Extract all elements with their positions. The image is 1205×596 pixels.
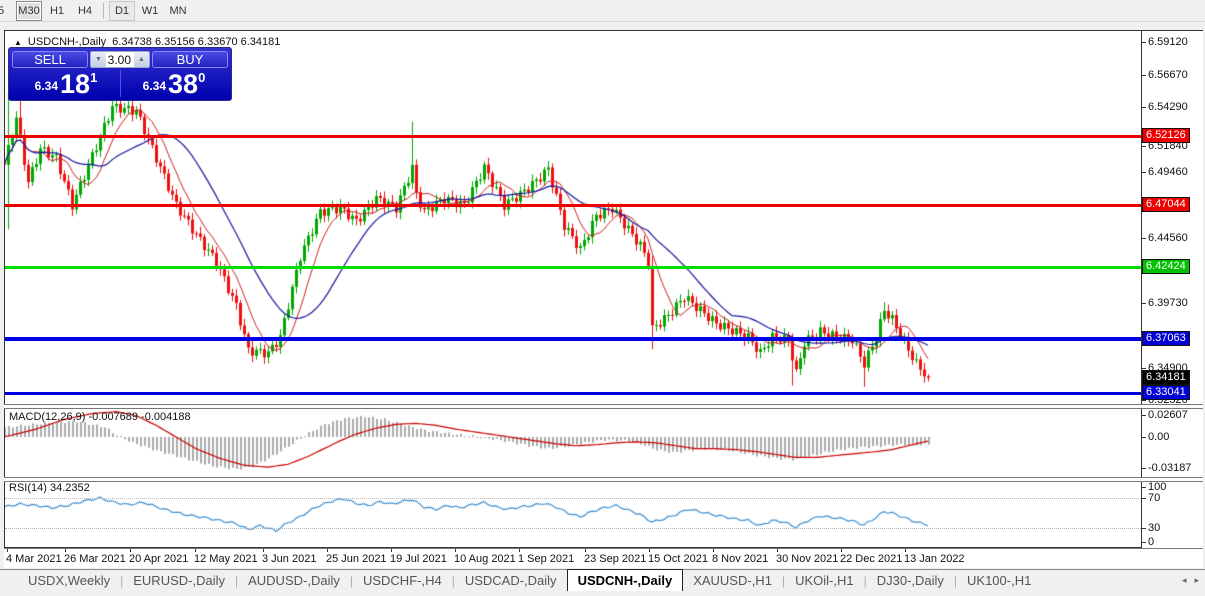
- chart-tab-audusd[interactable]: AUDUSD-,Daily: [238, 571, 350, 591]
- mt4-terminal-window: 5M30H1H4D1W1MN 6.591206.566706.542906.51…: [0, 0, 1205, 596]
- sell-button[interactable]: SELL: [12, 51, 88, 68]
- date-axis-tick: [195, 549, 196, 552]
- date-axis-label: 19 Jul 2021: [390, 553, 447, 565]
- rsi-axis-tick: 70: [1148, 492, 1160, 504]
- price-scale[interactable]: 6.591206.566706.542906.518406.494606.445…: [1141, 31, 1203, 548]
- date-axis-label: 4 Mar 2021: [6, 553, 62, 565]
- rsi-pane-splitter[interactable]: [4, 477, 1203, 482]
- timeframe-button-mn[interactable]: MN: [165, 1, 191, 21]
- date-axis-tick: [263, 549, 264, 552]
- tab-scroll-left-icon[interactable]: ◂: [1182, 575, 1187, 586]
- tab-nav-arrows: ◂▸: [1182, 575, 1199, 586]
- chart-tab-bar: USDX,Weekly|EURUSD-,Daily|AUDUSD-,Daily|…: [0, 569, 1205, 591]
- timeframe-button-h1[interactable]: H1: [44, 1, 70, 21]
- date-axis-tick: [585, 549, 586, 552]
- price-level-label-6.33041: 6.33041: [1142, 385, 1190, 400]
- volume-increase-icon[interactable]: ▲: [134, 52, 149, 67]
- price-axis-tick: 6.59120: [1148, 36, 1188, 48]
- volume-spinner: ▼ 3.00 ▲: [90, 51, 150, 68]
- chart-tab-usdcnh[interactable]: USDCNH-,Daily: [567, 569, 684, 591]
- rsi-level-line: [5, 528, 1141, 529]
- date-axis-label: 30 Nov 2021: [776, 553, 838, 565]
- horizontal-level-line-6.47044[interactable]: [5, 204, 1141, 207]
- volume-decrease-icon[interactable]: ▼: [91, 52, 106, 67]
- date-axis-label: 13 Jan 2022: [904, 553, 965, 565]
- tab-scroll-right-icon[interactable]: ▸: [1194, 575, 1199, 586]
- price-axis-tick: 6.39730: [1148, 297, 1188, 309]
- chart-tab-dj30[interactable]: DJ30-,Daily: [867, 571, 954, 591]
- macd-axis-tick: 0.02607: [1148, 409, 1188, 421]
- timeframe-button-m30[interactable]: M30: [16, 1, 42, 21]
- macd-axis-tick: -0.03187: [1148, 462, 1191, 474]
- date-axis-tick: [391, 549, 392, 552]
- price-level-label-6.34181: 6.34181: [1142, 370, 1190, 385]
- rsi-axis-tick: 0: [1148, 536, 1154, 548]
- date-axis-tick: [519, 549, 520, 552]
- date-axis-label: 26 Mar 2021: [64, 553, 126, 565]
- date-axis-label: 25 Jun 2021: [326, 553, 387, 565]
- chart-tab-usdx[interactable]: USDX,Weekly: [18, 571, 120, 591]
- price-level-label-6.47044: 6.47044: [1142, 197, 1190, 212]
- timeframe-button-5[interactable]: 5: [0, 1, 14, 21]
- date-axis-tick: [327, 549, 328, 552]
- date-axis-label: 15 Oct 2021: [648, 553, 708, 565]
- chart-tab-usdcad[interactable]: USDCAD-,Daily: [455, 571, 567, 591]
- date-axis-tick: [841, 549, 842, 552]
- timeframe-button-d1[interactable]: D1: [109, 1, 135, 21]
- toolbar-separator: [103, 3, 104, 19]
- timeframe-button-h4[interactable]: H4: [72, 1, 98, 21]
- collapse-trade-panel-icon[interactable]: ▲: [14, 38, 22, 47]
- date-axis-tick: [905, 549, 906, 552]
- chart-tab-usdchf[interactable]: USDCHF-,H4: [353, 571, 452, 591]
- date-axis-label: 3 Jun 2021: [262, 553, 316, 565]
- buy-price-display[interactable]: 6.34380: [120, 70, 228, 97]
- date-axis-tick: [65, 549, 66, 552]
- date-axis[interactable]: 4 Mar 202126 Mar 202120 Apr 2021 12 May 2…: [4, 548, 1203, 568]
- date-axis-tick: [455, 549, 456, 552]
- trade-panel-divider: [120, 70, 121, 97]
- date-axis-label: 8 Nov 2021: [712, 553, 768, 565]
- chart-tab-xauusd[interactable]: XAUUSD-,H1: [683, 571, 782, 591]
- price-level-label-6.52126: 6.52126: [1142, 128, 1190, 143]
- horizontal-level-line-6.33041[interactable]: [5, 392, 1141, 395]
- price-axis-tick: 6.56670: [1148, 69, 1188, 81]
- date-axis-tick: [713, 549, 714, 552]
- horizontal-level-line-6.52126[interactable]: [5, 135, 1141, 138]
- rsi-label: RSI(14) 34.2352: [9, 482, 90, 494]
- macd-label: MACD(12,26,9) -0.007689 -0.004188: [9, 411, 191, 423]
- date-axis-label: 12 May 2021: [194, 553, 258, 565]
- chart-tab-eurusd[interactable]: EURUSD-,Daily: [123, 571, 235, 591]
- date-axis-tick: [649, 549, 650, 552]
- chart-tab-uk100[interactable]: UK100-,H1: [957, 571, 1041, 591]
- rsi-axis-tick: 30: [1148, 522, 1160, 534]
- date-axis-label: 23 Sep 2021: [584, 553, 646, 565]
- price-axis-tick: 6.54290: [1148, 101, 1188, 113]
- date-axis-label: 20 Apr 2021: [129, 553, 188, 565]
- rsi-level-line: [5, 498, 1141, 499]
- price-chart-canvas[interactable]: [5, 31, 1141, 548]
- horizontal-level-line-6.37063[interactable]: [5, 337, 1141, 341]
- date-axis-label: 22 Dec 2021: [840, 553, 902, 565]
- date-axis-tick: [777, 549, 778, 552]
- price-axis-tick: 6.49460: [1148, 166, 1188, 178]
- date-axis-tick: [130, 549, 131, 552]
- horizontal-level-line-6.42424[interactable]: [5, 266, 1141, 269]
- timeframe-toolbar: 5M30H1H4 D1W1MN: [0, 0, 1205, 22]
- price-axis-tick: 6.44560: [1148, 232, 1188, 244]
- price-level-label-6.37063: 6.37063: [1142, 331, 1190, 346]
- sell-price-display[interactable]: 6.34181: [12, 70, 120, 97]
- date-axis-label: 1 Sep 2021: [518, 553, 574, 565]
- date-axis-tick: [7, 549, 8, 552]
- buy-button[interactable]: BUY: [152, 51, 228, 68]
- macd-pane-splitter[interactable]: [4, 404, 1203, 409]
- one-click-trading-panel: SELL ▼ 3.00 ▲ BUY 6.34181 6.34380: [8, 47, 232, 101]
- macd-axis-tick: 0.00: [1148, 431, 1169, 443]
- volume-input[interactable]: 3.00: [106, 52, 134, 67]
- timeframe-button-w1[interactable]: W1: [137, 1, 163, 21]
- date-axis-label: 10 Aug 2021: [454, 553, 516, 565]
- chart-tab-ukoil[interactable]: UKOil-,H1: [785, 571, 864, 591]
- price-level-label-6.42424: 6.42424: [1142, 259, 1190, 274]
